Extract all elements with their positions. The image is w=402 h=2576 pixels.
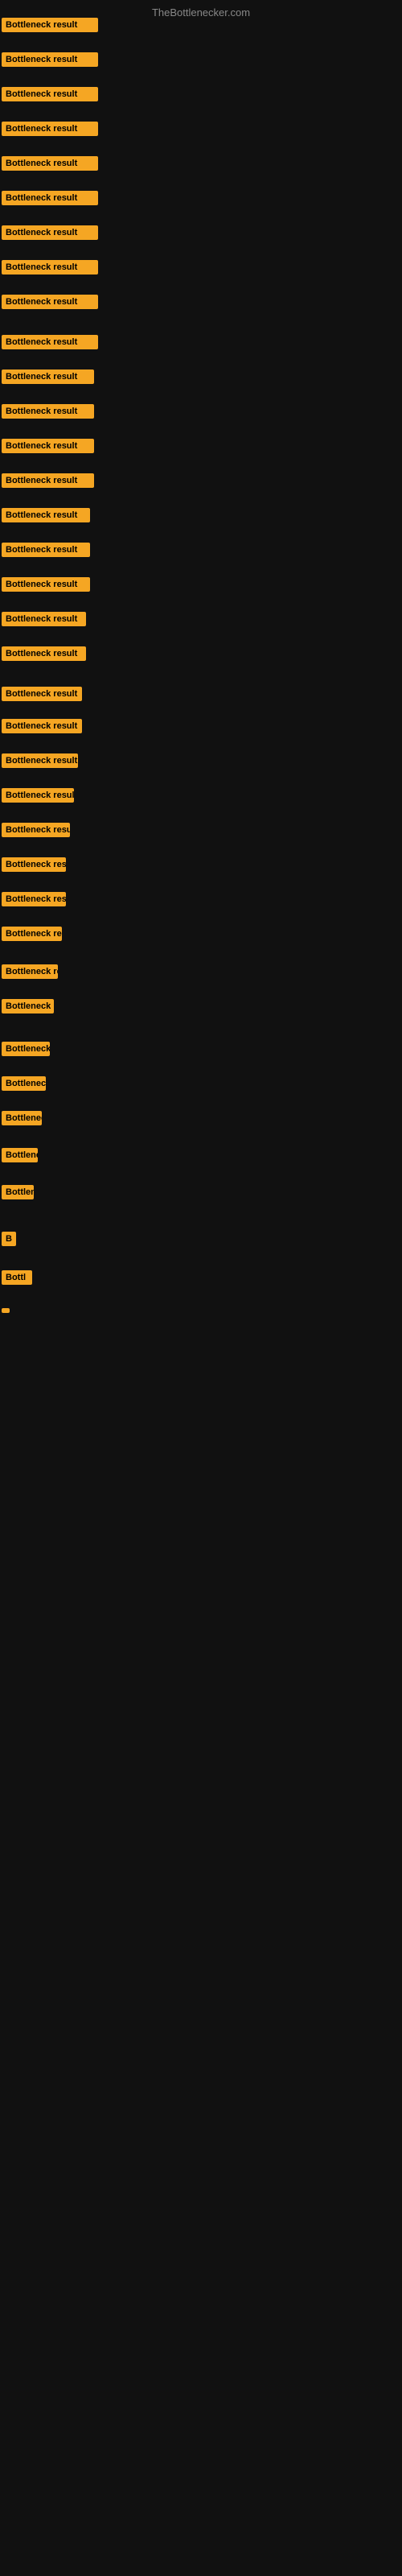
- bottleneck-result-label: Bottleneck result: [2, 1042, 50, 1056]
- bottleneck-result-label: Bottleneck result: [2, 577, 90, 592]
- bottleneck-result-label: Bottleneck result: [2, 335, 98, 349]
- bottleneck-result-label: Bottleneck result: [2, 927, 62, 941]
- bottleneck-result-label: Bottleneck result: [2, 687, 82, 701]
- bottleneck-result-label: Bottleneck result: [2, 295, 98, 309]
- bottleneck-result-label: Bottleneck result: [2, 473, 94, 488]
- bottleneck-result-label: Bottleneck result: [2, 52, 98, 67]
- bottleneck-result-label: Bottleneck result: [2, 439, 94, 453]
- bottleneck-result-label: Bottleneck result: [2, 122, 98, 136]
- bottleneck-result-label: [2, 1308, 10, 1313]
- bottleneck-result-label: Bottleneck result: [2, 719, 82, 733]
- bottleneck-result-label: Bottleneck result: [2, 508, 90, 522]
- bottleneck-result-label: Bottleneck result: [2, 1185, 34, 1199]
- bottleneck-result-label: Bottleneck result: [2, 823, 70, 837]
- bottleneck-result-label: Bottleneck result: [2, 369, 94, 384]
- bottleneck-result-label: Bottleneck result: [2, 156, 98, 171]
- bottleneck-result-label: Bottleneck result: [2, 857, 66, 872]
- bottleneck-result-label: Bottleneck result: [2, 964, 58, 979]
- bottleneck-result-label: Bottleneck result: [2, 260, 98, 275]
- bottleneck-result-label: Bottleneck result: [2, 999, 54, 1013]
- bottleneck-result-label: Bottleneck result: [2, 543, 90, 557]
- bottleneck-result-label: Bottleneck result: [2, 1111, 42, 1125]
- bottleneck-result-label: Bottl: [2, 1270, 32, 1285]
- site-title: TheBottlenecker.com: [152, 6, 250, 19]
- bottleneck-result-label: Bottleneck result: [2, 87, 98, 101]
- bottleneck-result-label: Bottleneck result: [2, 225, 98, 240]
- bottleneck-result-label: Bottleneck result: [2, 18, 98, 32]
- bottleneck-result-label: Bottleneck result: [2, 1148, 38, 1162]
- bottleneck-result-label: Bottleneck result: [2, 404, 94, 419]
- bottleneck-result-label: Bottleneck result: [2, 191, 98, 205]
- bottleneck-result-label: Bottleneck result: [2, 892, 66, 906]
- page-container: TheBottlenecker.com Bottleneck result Bot…: [0, 0, 402, 2576]
- bottleneck-result-label: Bottleneck result: [2, 646, 86, 661]
- bottleneck-result-label: Bottleneck result: [2, 753, 78, 768]
- bottleneck-result-label: B: [2, 1232, 16, 1246]
- bottleneck-result-label: Bottleneck result: [2, 612, 86, 626]
- bottleneck-result-label: Bottleneck result: [2, 788, 74, 803]
- bottleneck-result-label: Bottleneck result: [2, 1076, 46, 1091]
